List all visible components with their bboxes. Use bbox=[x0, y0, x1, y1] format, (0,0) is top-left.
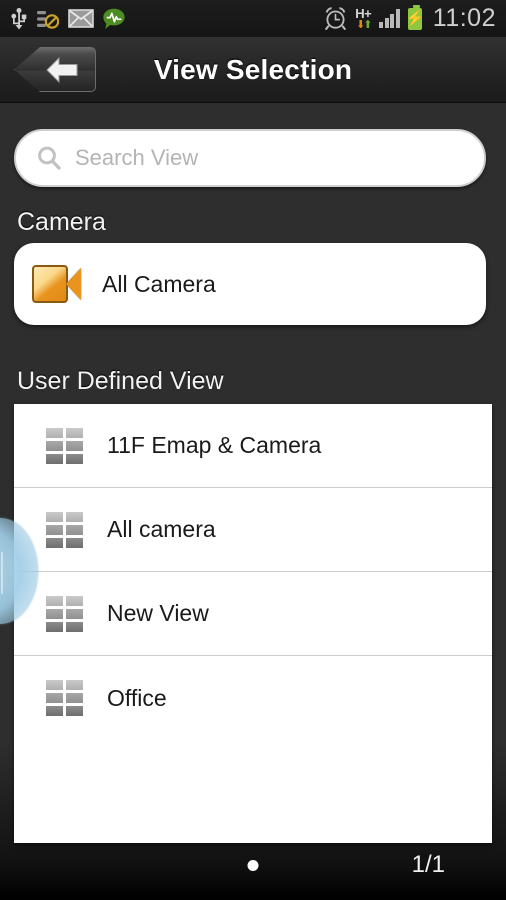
list-item-label: New View bbox=[107, 600, 209, 626]
status-bar-right-icons: H+ ⬇⬆ ⚡ 11:02 bbox=[324, 4, 496, 33]
camcorder-icon bbox=[32, 265, 82, 303]
section-header-user-defined-view: User Defined View bbox=[17, 367, 224, 395]
usb-icon bbox=[11, 7, 27, 29]
monitor-activity-icon bbox=[103, 8, 125, 29]
footer-bar: 1/1 bbox=[0, 830, 506, 900]
grid-layout-icon bbox=[46, 595, 83, 632]
battery-charging-icon: ⚡ bbox=[405, 4, 424, 30]
list-item[interactable]: Office bbox=[14, 656, 492, 740]
sim-disabled-icon bbox=[37, 10, 59, 29]
grid-layout-icon bbox=[46, 680, 83, 716]
status-bar-left-icons bbox=[10, 7, 126, 30]
list-item-label: 11F Emap & Camera bbox=[107, 432, 322, 458]
list-item[interactable]: 11F Emap & Camera bbox=[14, 404, 492, 488]
grid-layout-icon bbox=[46, 511, 83, 548]
list-item-label: All Camera bbox=[102, 270, 216, 297]
list-item[interactable]: New View bbox=[14, 572, 492, 656]
list-item[interactable]: All camera bbox=[14, 488, 492, 572]
search-input[interactable] bbox=[75, 145, 464, 171]
search-bar[interactable] bbox=[14, 129, 486, 187]
status-bar: H+ ⬇⬆ ⚡ 11:02 bbox=[0, 0, 506, 37]
email-icon bbox=[68, 9, 94, 28]
content-area: Camera All Camera User Defined View 11F … bbox=[0, 103, 506, 900]
page-indicator: 1/1 bbox=[411, 851, 445, 878]
app-screen: H+ ⬇⬆ ⚡ 11:02 View Selection Search View… bbox=[0, 0, 506, 900]
status-bar-clock: 11:02 bbox=[432, 4, 496, 32]
hsdpa-data-icon: H+ ⬇⬆ bbox=[355, 5, 372, 31]
list-item-label: All camera bbox=[107, 516, 216, 542]
page-dot-icon[interactable] bbox=[247, 859, 259, 871]
list-item-all-camera[interactable]: All Camera bbox=[14, 243, 486, 325]
signal-bars-icon bbox=[379, 9, 400, 28]
search-box[interactable] bbox=[14, 129, 486, 187]
user-defined-view-list: 11F Emap & Camera All camera New View Of… bbox=[14, 404, 492, 843]
list-item-label: Office bbox=[107, 684, 167, 711]
title-bar: View Selection bbox=[0, 37, 506, 103]
back-arrow-icon bbox=[46, 56, 78, 83]
search-icon bbox=[38, 146, 61, 170]
section-header-camera: Camera bbox=[17, 208, 106, 236]
grid-layout-icon bbox=[46, 427, 83, 464]
alarm-clock-icon bbox=[325, 7, 347, 30]
